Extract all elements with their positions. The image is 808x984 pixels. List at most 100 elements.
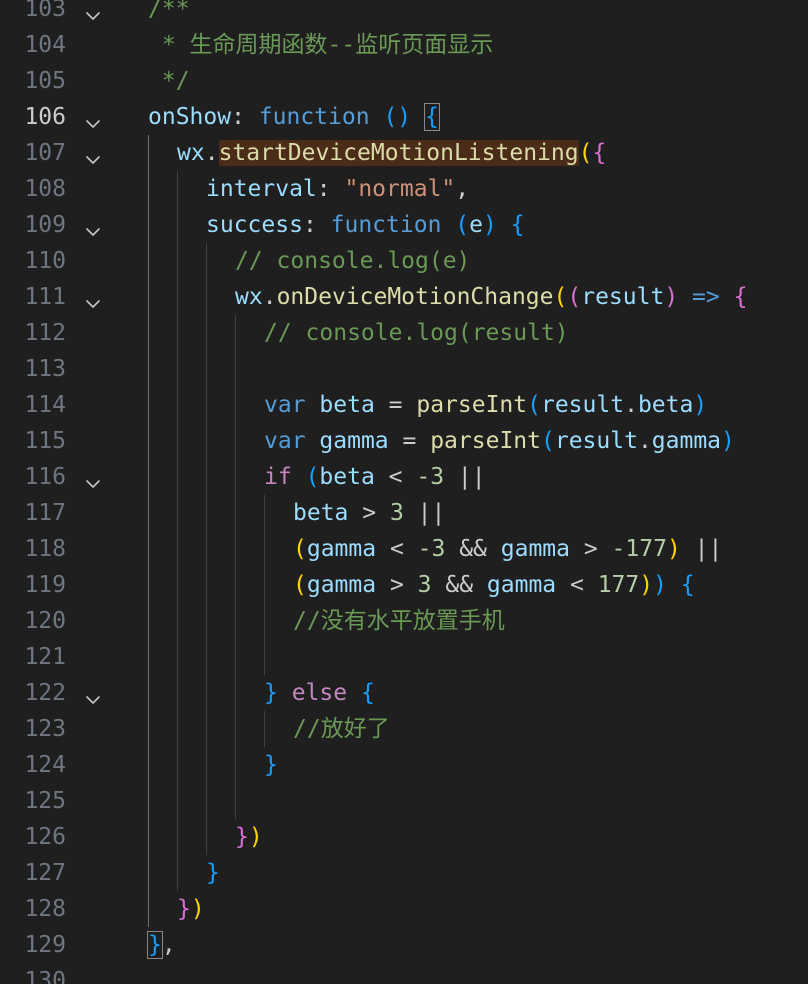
indent-guide xyxy=(177,567,178,603)
indent-guide xyxy=(206,819,207,855)
indent-guide xyxy=(235,603,236,639)
code-line[interactable]: 128}) xyxy=(0,891,808,927)
code-token: result xyxy=(554,428,638,454)
code-token: } xyxy=(177,896,191,922)
code-line[interactable]: 103 /** xyxy=(0,0,808,27)
code-token: parseInt xyxy=(416,392,528,418)
code-line[interactable]: 120 //没有水平放置手机 xyxy=(0,603,808,639)
code-line[interactable]: 113 xyxy=(0,351,808,387)
code-line[interactable]: 109 success: function (e) { xyxy=(0,207,808,243)
indent-guide xyxy=(264,531,265,567)
code-line[interactable]: 121 xyxy=(0,639,808,675)
code-text: wx.startDeviceMotionListening({ xyxy=(177,135,606,171)
code-token: beta xyxy=(319,392,375,418)
code-token: ) xyxy=(653,572,667,598)
indent-guide xyxy=(206,495,207,531)
chevron-down-icon[interactable] xyxy=(84,144,102,164)
code-text: beta > 3 || xyxy=(293,495,445,531)
code-line[interactable]: 129}, xyxy=(0,927,808,963)
line-number: 127 xyxy=(24,860,66,886)
code-line[interactable]: 124} xyxy=(0,747,808,783)
indent-guide xyxy=(206,783,207,819)
code-token: => xyxy=(692,284,720,310)
code-token: */ xyxy=(148,68,190,94)
code-line[interactable]: 119 (gamma > 3 && gamma < 177)) { xyxy=(0,567,808,603)
indent-guide xyxy=(235,351,236,387)
code-token: startDeviceMotionListening xyxy=(218,140,579,166)
chevron-down-icon[interactable] xyxy=(84,684,102,704)
chevron-down-icon[interactable] xyxy=(84,468,102,488)
code-line[interactable]: 118 (gamma < -3 && gamma > -177) || xyxy=(0,531,808,567)
code-line[interactable]: 105 */ xyxy=(0,63,808,99)
code-line[interactable]: 115 var gamma = parseInt(result.gamma) xyxy=(0,423,808,459)
code-token: ) xyxy=(248,824,263,850)
indent-guide xyxy=(177,639,178,675)
chevron-down-icon[interactable] xyxy=(84,108,102,128)
indent-guide xyxy=(148,711,149,747)
line-number: 112 xyxy=(24,320,66,346)
chevron-down-icon[interactable] xyxy=(84,288,102,308)
code-token: { xyxy=(424,103,440,131)
code-token: = xyxy=(388,428,431,454)
code-line[interactable]: 108 interval: "normal", xyxy=(0,171,808,207)
code-line[interactable]: 112 // console.log(result) xyxy=(0,315,808,351)
line-number: 110 xyxy=(24,248,66,274)
code-line[interactable]: 106 onShow: function () { xyxy=(0,99,808,135)
code-text: var gamma = parseInt(result.gamma) xyxy=(264,423,735,459)
code-line[interactable]: 126}) xyxy=(0,819,808,855)
code-token: interval xyxy=(206,176,317,202)
code-token: ( xyxy=(293,572,307,598)
indent-guide xyxy=(235,531,236,567)
code-token: wx xyxy=(235,284,263,310)
indent-guide xyxy=(206,747,207,783)
indent-guide xyxy=(235,567,236,603)
code-token: > xyxy=(570,536,612,562)
indent-guide xyxy=(177,711,178,747)
line-number: 108 xyxy=(24,176,66,202)
code-token: result xyxy=(581,284,665,310)
indent-guide xyxy=(177,747,178,783)
code-token: { xyxy=(680,572,695,598)
line-number: 114 xyxy=(24,392,66,418)
code-token: } xyxy=(264,680,278,706)
indent-guide xyxy=(177,423,178,459)
code-editor[interactable]: 103/** 104 * 生命周期函数--监听页面显示 105 */106 onSho… xyxy=(0,0,808,984)
code-line[interactable]: 122} else { xyxy=(0,675,808,711)
indent-guide xyxy=(177,531,178,567)
code-line[interactable]: 104 * 生命周期函数--监听页面显示 xyxy=(0,27,808,63)
code-line[interactable]: 116 if (beta < -3 || xyxy=(0,459,808,495)
indent-guide xyxy=(148,639,149,675)
code-line[interactable]: 110 // console.log(e) xyxy=(0,243,808,279)
code-line[interactable]: 130 xyxy=(0,963,808,984)
code-line[interactable]: 111 wx.onDeviceMotionChange((result) => { xyxy=(0,279,808,315)
indent-guide xyxy=(148,891,149,927)
line-number: 126 xyxy=(24,824,66,850)
line-number: 123 xyxy=(24,716,66,742)
code-token: beta xyxy=(293,500,349,526)
code-line[interactable]: 123 //放好了 xyxy=(0,711,808,747)
indent-guide xyxy=(177,603,178,639)
code-token: ( xyxy=(455,212,470,238)
code-token: : xyxy=(231,104,259,130)
code-token: -3 xyxy=(417,536,446,562)
indent-guide xyxy=(235,783,236,819)
indent-guide xyxy=(148,567,149,603)
code-line[interactable]: 127} xyxy=(0,855,808,891)
code-line[interactable]: 125 xyxy=(0,783,808,819)
indent-guide xyxy=(264,495,265,531)
code-token: e xyxy=(469,212,483,238)
code-line[interactable]: 107 wx.startDeviceMotionListening({ xyxy=(0,135,808,171)
chevron-down-icon[interactable] xyxy=(84,0,102,20)
code-token: gamma xyxy=(500,536,570,562)
indent-guide xyxy=(148,819,149,855)
line-number: 121 xyxy=(24,644,66,670)
line-number: 125 xyxy=(24,788,66,814)
chevron-down-icon[interactable] xyxy=(84,216,102,236)
code-line[interactable]: 114 var beta = parseInt(result.beta) xyxy=(0,387,808,423)
indent-guide xyxy=(235,315,236,351)
code-token: () xyxy=(383,104,412,130)
code-line[interactable]: 117 beta > 3 || xyxy=(0,495,808,531)
